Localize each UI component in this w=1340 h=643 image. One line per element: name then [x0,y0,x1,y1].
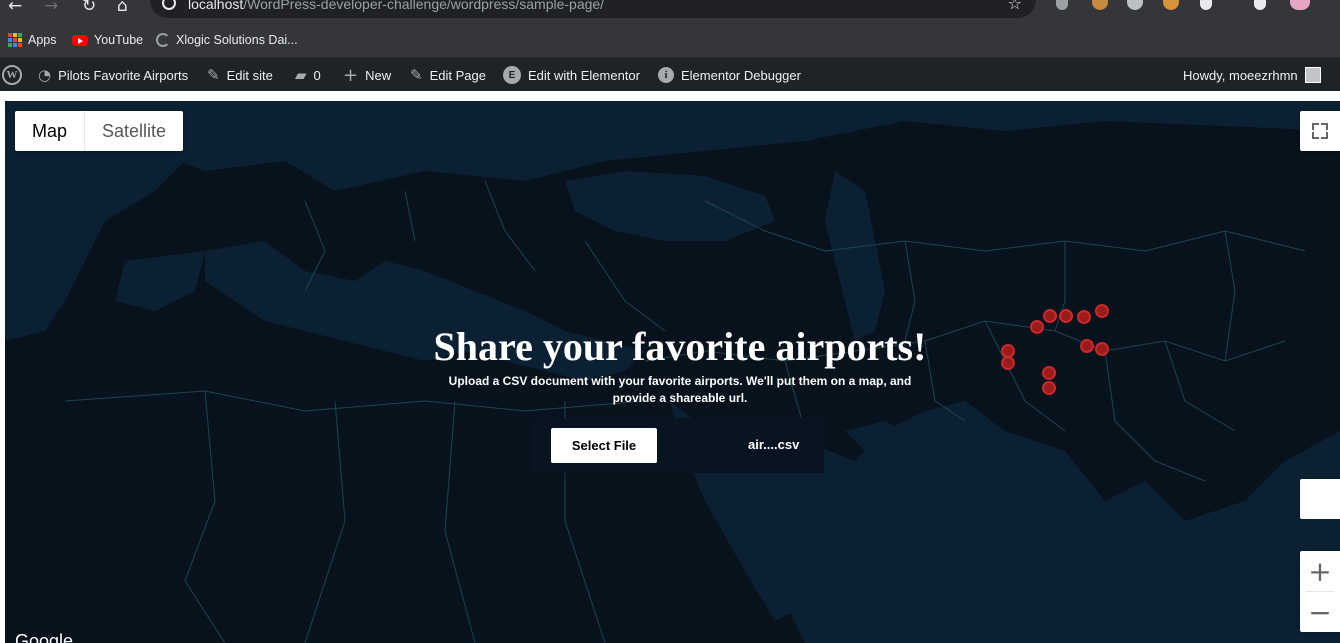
airport-marker[interactable] [1001,356,1015,370]
select-file-button[interactable]: Select File [551,428,657,463]
new-label: New [365,67,392,83]
xlogic-icon [156,33,170,47]
extension-globe-icon[interactable] [1127,0,1143,10]
extension-cookie2-icon[interactable] [1163,0,1179,10]
airport-marker[interactable] [1059,309,1073,323]
bookmark-label: YouTube [94,33,144,47]
file-upload-panel: Select File air....csv [531,418,824,473]
info-icon: i [658,67,674,83]
airport-marker[interactable] [1042,366,1056,380]
comments-link[interactable]: ▰ 0 [295,59,321,91]
wp-logo-button[interactable]: W [2,59,22,91]
extensions-puzzle-icon[interactable] [1200,0,1212,10]
site-name: Pilots Favorite Airports [58,67,189,83]
howdy-label: Howdy, moeezrhmn [1183,67,1298,83]
edit-site-link[interactable]: ✎ Edit site [207,59,273,91]
bookmark-star-icon[interactable]: ☆ [1008,0,1022,13]
browser-toolbar: ← → ↻ ⌂ localhost/WordPress-developer-ch… [0,0,1340,22]
brush-icon: ✎ [207,66,220,84]
edit-page-link[interactable]: ✎ Edit Page [410,59,486,91]
edit-with-elementor-link[interactable]: E Edit with Elementor [503,59,640,91]
zoom-control: + − [1300,551,1340,632]
pencil-icon: ✎ [410,66,423,84]
dashboard-gauge-icon: ◔ [38,66,52,84]
street-view-pegman-button[interactable] [1300,479,1340,519]
user-avatar [1304,67,1321,83]
fullscreen-button[interactable] [1300,111,1340,151]
extension-pen-icon[interactable] [1056,0,1068,10]
fullscreen-icon-corner [1321,123,1328,130]
map-type-control: Map Satellite [15,111,184,151]
map-type-satellite-button[interactable]: Satellite [84,111,183,151]
fullscreen-icon [1312,123,1319,130]
zoom-in-button[interactable]: + [1300,551,1340,591]
fullscreen-icon-corner [1312,132,1319,139]
hero-overlay: Share your favorite airports! Upload a C… [430,323,930,407]
edit-site-label: Edit site [226,67,273,83]
airport-marker[interactable] [1043,309,1057,323]
comments-count: 0 [313,67,321,83]
airport-marker[interactable] [1095,342,1109,356]
address-bar[interactable]: localhost/WordPress-developer-challenge/… [150,0,1036,18]
bookmark-apps[interactable]: Apps [8,31,57,49]
page-content: Map Satellite + − Google Share your favo… [0,91,1340,643]
bookmark-youtube[interactable]: YouTube [72,31,143,49]
bookmarks-bar: Apps YouTube Xlogic Solutions Dai... [0,22,1340,58]
new-content-link[interactable]: + New [343,59,391,91]
selected-file-name: air....csv [748,437,800,452]
reload-icon[interactable]: ↻ [82,0,96,16]
airport-marker[interactable] [1077,310,1091,324]
airport-marker[interactable] [1095,304,1109,318]
bookmark-label: Apps [28,33,57,47]
sidepanel-icon[interactable] [1254,0,1266,10]
zoom-out-button[interactable]: − [1300,592,1340,632]
back-icon[interactable]: ← [8,0,22,16]
apps-grid-icon [8,33,22,47]
youtube-icon [72,34,88,46]
edit-elementor-label: Edit with Elementor [528,67,640,83]
elementor-icon: E [503,66,521,84]
airport-marker[interactable] [1042,381,1056,395]
map-type-map-button[interactable]: Map [15,111,84,151]
forward-icon[interactable]: → [44,0,58,16]
url-host: localhost [188,0,244,12]
my-account-link[interactable]: Howdy, moeezrhmn [1183,59,1321,91]
edit-page-label: Edit Page [429,67,486,83]
bookmark-label: Xlogic Solutions Dai... [176,33,298,47]
elementor-debugger-link[interactable]: i Elementor Debugger [658,59,801,91]
comment-bubble-icon: ▰ [295,66,307,84]
extension-cookie-icon[interactable] [1092,0,1108,10]
plus-icon: + [343,64,359,86]
fullscreen-icon-corner [1321,132,1328,139]
google-attribution: Google [15,631,74,643]
site-name-link[interactable]: ◔ Pilots Favorite Airports [38,59,188,91]
wp-admin-bar: W ◔ Pilots Favorite Airports ✎ Edit site… [0,59,1340,91]
debugger-label: Elementor Debugger [681,67,801,83]
site-info-icon[interactable] [162,0,176,10]
url-path: /WordPress-developer-challenge/wordpress… [243,0,605,12]
home-icon[interactable]: ⌂ [117,0,128,16]
profile-avatar[interactable] [1290,0,1310,10]
google-map[interactable]: Map Satellite + − Google Share your favo… [5,101,1340,643]
airport-marker[interactable] [1030,320,1044,334]
wordpress-logo-icon: W [2,65,22,85]
hero-description: Upload a CSV document with your favorite… [448,374,912,405]
bookmark-xlogic[interactable]: Xlogic Solutions Dai... [156,31,298,49]
hero-title: Share your favorite airports! [433,324,927,369]
airport-marker[interactable] [1080,339,1094,353]
